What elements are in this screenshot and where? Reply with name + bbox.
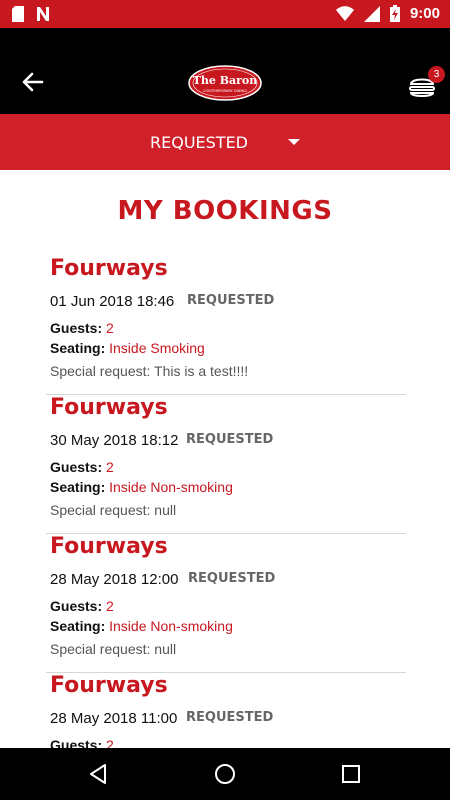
cart-count-badge: 3 (428, 66, 445, 83)
booking-venue: Fourways (50, 256, 168, 281)
battery-charging-icon (389, 5, 400, 22)
seating-value: Inside Non-smoking (109, 618, 233, 634)
seating-value: Inside Non-smoking (109, 479, 233, 495)
seating-value: Inside Smoking (109, 340, 205, 356)
booking-special-request: Special request: null (50, 502, 177, 518)
status-filter-bar: REQUESTED (0, 114, 450, 170)
status-filter-dropdown[interactable]: REQUESTED (150, 128, 300, 156)
booking-status: REQUESTED (186, 710, 274, 725)
booking-item[interactable]: Fourways 28 May 2018 12:00 REQUESTED Gue… (46, 534, 406, 673)
booking-special-request: Special request: null (50, 641, 177, 657)
guests-label: Guests: (50, 598, 103, 614)
dropdown-caret-icon (288, 139, 300, 145)
booking-datetime: 28 May 2018 12:00 (50, 571, 179, 588)
guests-value: 2 (106, 459, 114, 475)
booking-datetime: 01 Jun 2018 18:46 (50, 293, 175, 310)
guests-label: Guests: (50, 459, 103, 475)
booking-venue: Fourways (50, 395, 168, 420)
booking-item[interactable]: Fourways 01 Jun 2018 18:46 REQUESTED Gue… (46, 256, 406, 395)
booking-item[interactable]: Fourways 28 May 2018 11:00 REQUESTED Gue… (46, 673, 406, 748)
guests-label: Guests: (50, 737, 103, 748)
seating-label: Seating: (50, 479, 106, 495)
booking-venue: Fourways (50, 534, 168, 559)
guests-value: 2 (106, 737, 114, 748)
booking-seating: Seating: Inside Non-smoking (50, 618, 233, 634)
back-arrow-icon[interactable] (18, 68, 46, 96)
booking-seating: Seating: Inside Smoking (50, 340, 205, 356)
guests-label: Guests: (50, 320, 103, 336)
the-baron-logo[interactable]: The Baron CONTEMPORARY DINING (188, 65, 262, 101)
seating-label: Seating: (50, 340, 106, 356)
svg-text:The Baron: The Baron (193, 74, 258, 87)
booking-venue: Fourways (50, 673, 168, 698)
guests-value: 2 (106, 598, 114, 614)
nav-back-icon[interactable] (86, 762, 110, 786)
svg-text:CONTEMPORARY DINING: CONTEMPORARY DINING (203, 89, 247, 93)
booking-guests: Guests: 2 (50, 737, 114, 748)
clock: 9:00 (409, 5, 440, 22)
booking-seating: Seating: Inside Non-smoking (50, 479, 233, 495)
booking-status: REQUESTED (188, 571, 276, 586)
booking-guests: Guests: 2 (50, 459, 114, 475)
sd-card-icon (12, 6, 24, 22)
wifi-icon (335, 5, 354, 21)
signal-icon (363, 5, 380, 22)
nav-home-icon[interactable] (213, 762, 237, 786)
page-title: MY BOOKINGS (117, 196, 333, 226)
status-filter-value: REQUESTED (150, 132, 248, 152)
notification-n-icon (37, 7, 49, 21)
booking-datetime: 28 May 2018 11:00 (50, 710, 178, 727)
system-navigation-bar (0, 748, 450, 800)
booking-special-request: Special request: This is a test!!!! (50, 363, 249, 379)
booking-guests: Guests: 2 (50, 320, 114, 336)
booking-status: REQUESTED (187, 293, 275, 308)
booking-status: REQUESTED (186, 432, 274, 447)
seating-label: Seating: (50, 618, 106, 634)
booking-datetime: 30 May 2018 18:12 (50, 432, 179, 449)
status-bar: 9:00 (0, 0, 450, 28)
nav-recents-icon[interactable] (339, 762, 363, 786)
bookings-content[interactable]: MY BOOKINGS Fourways 01 Jun 2018 18:46 R… (0, 170, 450, 748)
booking-guests: Guests: 2 (50, 598, 114, 614)
guests-value: 2 (106, 320, 114, 336)
booking-item[interactable]: Fourways 30 May 2018 18:12 REQUESTED Gue… (46, 395, 406, 534)
